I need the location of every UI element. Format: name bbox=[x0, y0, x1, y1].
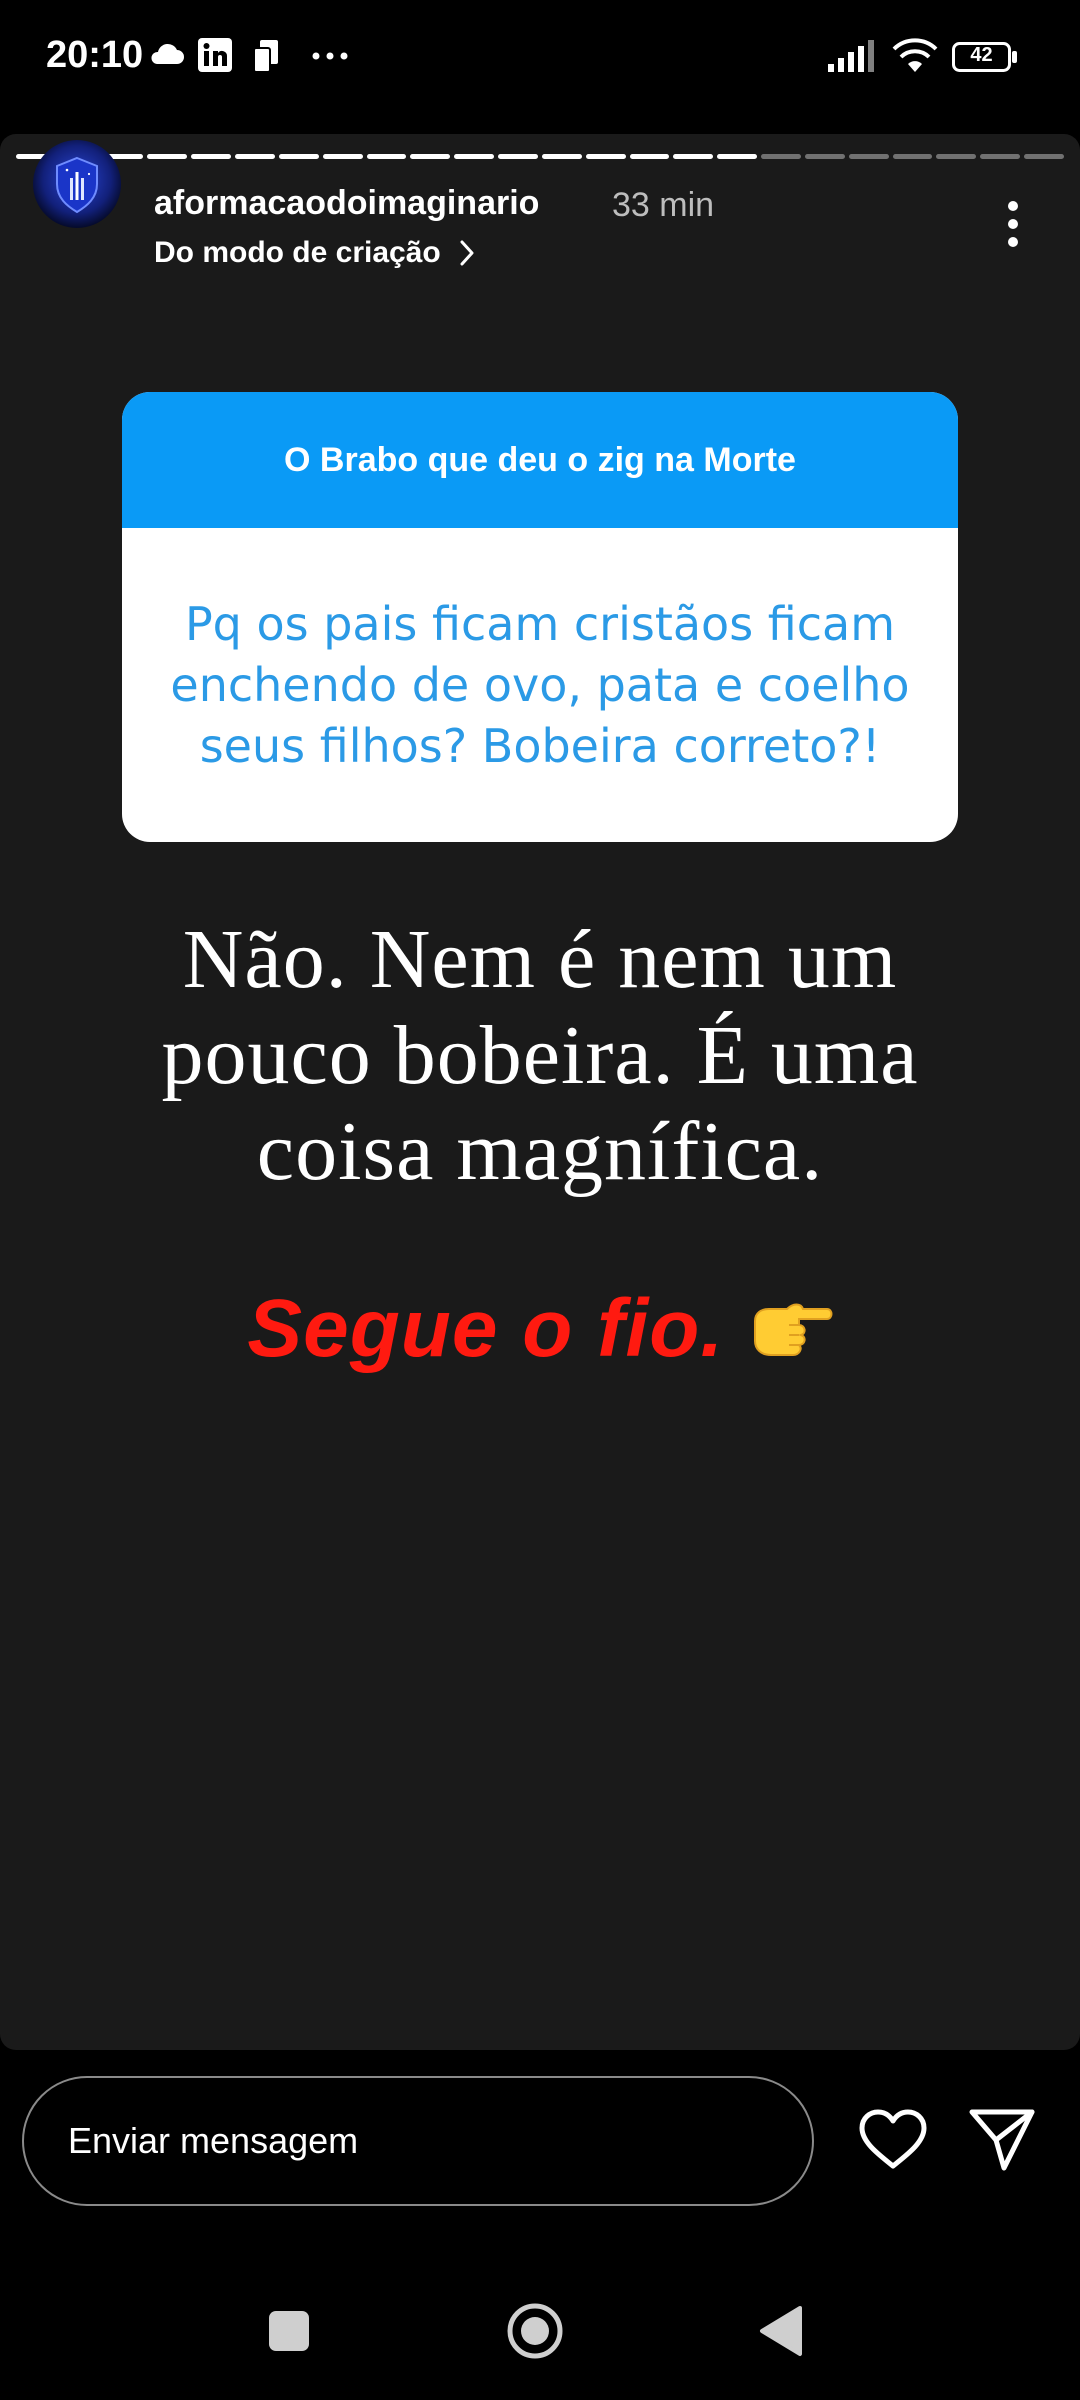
progress-segment bbox=[848, 154, 889, 159]
chevron-right-icon bbox=[460, 240, 474, 266]
progress-segment bbox=[673, 154, 714, 159]
pointing-right-hand-icon bbox=[753, 1303, 833, 1356]
progress-segment bbox=[322, 154, 363, 159]
progress-segment bbox=[585, 154, 626, 159]
question-sticker-title: O Brabo que deu o zig na Morte bbox=[284, 440, 796, 479]
question-text: Pq os pais ficam cristãos ficam enchendo… bbox=[170, 596, 910, 773]
battery-icon: 42 bbox=[952, 42, 1018, 72]
recent-apps-icon[interactable] bbox=[268, 2310, 310, 2352]
signal-icon bbox=[828, 40, 874, 72]
progress-segment bbox=[804, 154, 845, 159]
story-username[interactable]: aformacaodoimaginario bbox=[154, 184, 539, 223]
send-icon[interactable] bbox=[968, 2106, 1036, 2174]
question-sticker[interactable]: O Brabo que deu o zig na Morte Pq os pai… bbox=[122, 392, 958, 842]
cloud-icon bbox=[151, 43, 184, 64]
avatar[interactable] bbox=[33, 140, 121, 228]
sim-card-icon bbox=[253, 40, 278, 72]
progress-segment bbox=[498, 154, 538, 159]
status-bar: 20:10 42 bbox=[0, 0, 1080, 120]
home-icon[interactable] bbox=[506, 2302, 564, 2360]
linkedin-icon bbox=[198, 38, 232, 72]
progress-segment bbox=[235, 154, 275, 159]
cta-text: Segue o fio. bbox=[247, 1283, 725, 1374]
creation-mode-link[interactable]: Do modo de criação bbox=[154, 236, 475, 270]
progress-segment bbox=[366, 154, 407, 159]
wifi-icon bbox=[892, 38, 938, 72]
progress-segment bbox=[454, 154, 495, 159]
progress-segment bbox=[980, 154, 1021, 159]
progress-segment bbox=[1024, 154, 1064, 159]
more-dots-icon bbox=[312, 52, 348, 60]
answer-line: Não. Nem é nem um bbox=[182, 913, 898, 1006]
progress-segment bbox=[410, 154, 451, 159]
creation-mode-label: Do modo de criação bbox=[154, 236, 441, 269]
answer-line: coisa magnífica. bbox=[256, 1105, 824, 1198]
battery-level: 42 bbox=[970, 44, 993, 66]
heart-icon[interactable] bbox=[858, 2108, 928, 2172]
send-message-input[interactable]: Enviar mensagem bbox=[22, 2076, 814, 2206]
send-message-placeholder: Enviar mensagem bbox=[68, 2120, 359, 2161]
progress-segment bbox=[629, 154, 670, 159]
progress-segment bbox=[191, 154, 232, 159]
story-time-ago: 33 min bbox=[612, 186, 715, 224]
progress-segment bbox=[761, 154, 801, 159]
progress-segment bbox=[936, 154, 977, 159]
answer-line: pouco bobeira. É uma bbox=[161, 1009, 919, 1102]
status-time: 20:10 bbox=[46, 34, 144, 76]
back-icon[interactable] bbox=[758, 2304, 804, 2358]
story-progress-bar bbox=[16, 154, 1064, 159]
cta-row: Segue o fio. bbox=[0, 1282, 1080, 1376]
progress-segment bbox=[541, 154, 582, 159]
question-sticker-body: Pq os pais ficam cristãos ficam enchendo… bbox=[122, 528, 958, 842]
question-sticker-header: O Brabo que deu o zig na Morte bbox=[122, 392, 958, 528]
progress-segment bbox=[147, 154, 188, 159]
more-options-icon[interactable] bbox=[990, 198, 1036, 252]
progress-segment bbox=[717, 154, 758, 159]
answer-text: Não. Nem é nem um pouco bobeira. É uma c… bbox=[90, 912, 990, 1200]
progress-segment bbox=[892, 154, 933, 159]
progress-segment bbox=[278, 154, 319, 159]
